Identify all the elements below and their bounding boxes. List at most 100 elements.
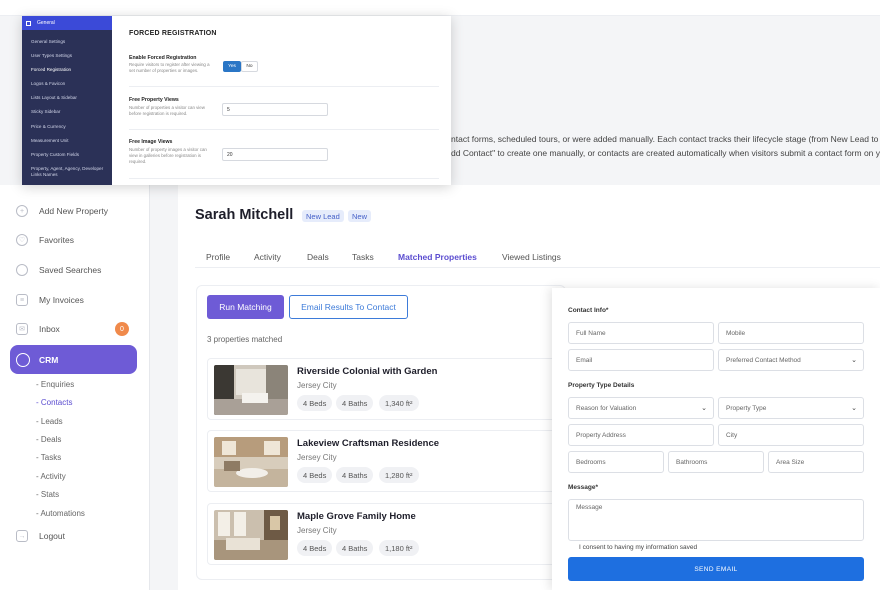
free-property-views-label: Free Property Views [129,97,179,103]
settings-menu-custom-fields[interactable]: Property Custom Fields [31,152,79,158]
intro-text-line1: ntact forms, scheduled tours, or were ad… [451,134,880,144]
tab-tasks[interactable]: Tasks [352,252,374,262]
area-chip: 1,280 ft² [379,467,419,483]
inbox-count-badge: 0 [115,322,129,336]
sidebar-item-inbox[interactable]: ✉ Inbox [16,318,60,340]
free-property-views-input[interactable]: 5 [222,103,328,116]
tab-matched-properties[interactable]: Matched Properties [398,252,477,262]
settings-divider [129,86,439,87]
settings-menu-measurement-unit[interactable]: Measurement Unit [31,138,69,144]
settings-menu-logos[interactable]: Logos & Favicon [31,81,65,87]
full-name-field[interactable]: Full Name [568,322,714,344]
status-badge: New [348,210,372,222]
property-thumbnail [214,510,288,560]
settings-menu-lists-layout[interactable]: Lists Layout & Sidebar [31,95,77,101]
crm-sub-deals[interactable]: - Deals [36,435,61,444]
crm-sub-contacts[interactable]: - Contacts [36,398,72,407]
sidebar-item-logout[interactable]: → Logout [16,525,65,547]
settings-menu-user-types[interactable]: User Types Settings [31,53,72,59]
property-item[interactable]: Lakeview Craftsman Residence Jersey City… [207,430,567,492]
settings-divider [129,178,439,179]
enable-yes-button[interactable]: Yes [223,61,241,72]
enable-no-button[interactable]: No [241,61,258,72]
tab-viewed-listings[interactable]: Viewed Listings [502,252,561,262]
settings-menu-sticky-sidebar[interactable]: Sticky Sidebar [31,109,60,115]
stage-badge: New Lead [302,210,344,222]
property-item[interactable]: Maple Grove Family Home Jersey City 4 Be… [207,503,567,565]
property-title: Maple Grove Family Home [297,511,416,522]
settings-menu-links-names[interactable]: Property, Agent, Agency, Developer Links… [31,166,107,178]
settings-menu-price-currency[interactable]: Price & Currency [31,124,66,130]
property-thumbnail [214,365,288,415]
sidebar-item-label: Favorites [39,235,74,245]
sidebar-item-my-invoices[interactable]: ≡ My Invoices [16,289,84,311]
property-city: Jersey City [297,526,337,535]
settings-menu-forced-registration[interactable]: Forced Registration [31,67,71,73]
area-chip: 1,180 ft² [379,540,419,556]
chevron-down-icon: ⌄ [701,405,707,412]
baths-chip: 4 Baths [336,395,374,411]
sidebar-item-label: Add New Property [39,206,108,216]
consent-checkbox[interactable]: I consent to having my information saved [573,543,697,551]
contact-name: Sarah Mitchell [195,207,294,223]
contact-info-label: Contact Info* [568,307,609,314]
crm-sub-tasks[interactable]: - Tasks [36,453,61,462]
tab-deals[interactable]: Deals [307,252,329,262]
sidebar-item-saved-searches[interactable]: Saved Searches [16,259,101,281]
crm-sub-enquiries[interactable]: - Enquiries [36,380,74,389]
plus-circle-icon: + [16,205,28,217]
tab-profile[interactable]: Profile [206,252,230,262]
property-city: Jersey City [297,381,337,390]
mail-icon: ✉ [16,323,28,335]
free-image-views-desc: Number of property images a visitor can … [129,147,207,164]
sidebar-item-label: CRM [39,354,59,365]
property-title: Lakeview Craftsman Residence [297,438,440,449]
property-city: Jersey City [297,453,337,462]
tab-activity[interactable]: Activity [254,252,281,262]
property-type-select[interactable]: Property Type ⌄ [718,397,864,419]
baths-chip: 4 Baths [336,467,374,483]
sidebar-item-label: Logout [39,531,65,541]
free-image-views-input[interactable]: 20 [222,148,328,161]
mobile-field[interactable]: Mobile [718,322,864,344]
settings-sidebar-header[interactable]: General [22,16,112,30]
settings-section-title: FORCED REGISTRATION [129,30,217,37]
email-results-button[interactable]: Email Results To Contact [289,295,408,319]
settings-divider [129,129,439,130]
message-textarea[interactable]: Message [568,499,864,541]
crm-sub-leads[interactable]: - Leads [36,417,63,426]
send-email-button[interactable]: SEND EMAIL [568,557,864,581]
beds-chip: 4 Beds [297,395,333,411]
sidebar-item-add-new-property[interactable]: + Add New Property [16,200,108,222]
property-thumbnail [214,437,288,487]
settings-menu-general[interactable]: General Settings [31,39,65,45]
crm-sub-stats[interactable]: - Stats [36,490,59,499]
property-type-details-label: Property Type Details [568,382,635,389]
property-address-field[interactable]: Property Address [568,424,714,446]
preferred-contact-select[interactable]: Preferred Contact Method ⌄ [718,349,864,371]
beds-chip: 4 Beds [297,540,333,556]
preferred-contact-value: Preferred Contact Method [726,356,801,364]
crm-sub-automations[interactable]: - Automations [36,509,85,518]
contact-tabs: Profile Activity Deals Tasks Matched Pro… [195,248,880,268]
free-property-views-desc: Number of properties a visitor can view … [129,105,205,116]
city-field[interactable]: City [718,424,864,446]
area-size-field[interactable]: Area Size [768,451,864,473]
matched-count: 3 properties matched [207,335,283,344]
email-field[interactable]: Email [568,349,714,371]
chevron-down-icon: ⌄ [851,357,857,364]
crm-sub-activity[interactable]: - Activity [36,472,66,481]
bathrooms-field[interactable]: Bathrooms [668,451,764,473]
baths-chip: 4 Baths [336,540,374,556]
top-bar [0,0,880,16]
enable-forced-registration-desc: Require visitors to register after viewi… [129,62,210,73]
bedrooms-field[interactable]: Bedrooms [568,451,664,473]
search-icon [16,264,28,276]
sidebar-item-label: My Invoices [39,295,84,305]
run-matching-button[interactable]: Run Matching [207,295,284,319]
reason-for-valuation-select[interactable]: Reason for Valuation ⌄ [568,397,714,419]
sidebar-item-crm[interactable]: CRM [10,345,137,374]
sidebar-item-favorites[interactable]: ♡ Favorites [16,229,74,251]
property-item[interactable]: Riverside Colonial with Garden Jersey Ci… [207,358,567,420]
heart-icon: ♡ [16,234,28,246]
